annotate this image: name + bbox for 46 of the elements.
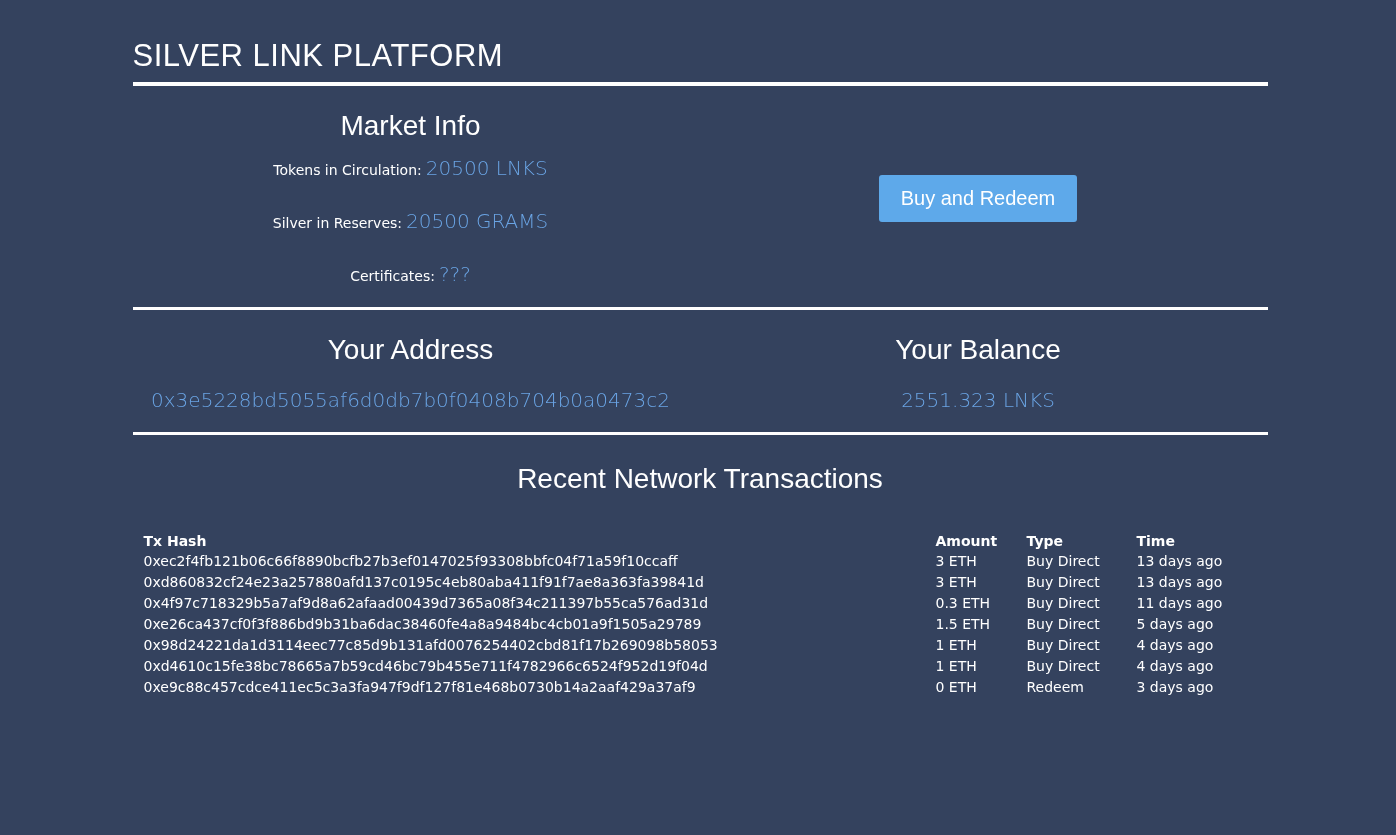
stat-value: 20500 GRAMS [406,209,549,233]
table-cell-text: Buy Direct [1026,572,1101,592]
table-cell-text: 13 days ago [1136,551,1223,571]
table-cell-text: 0xe26ca437cf0f3f886bd9b31ba6dac38460fe4a8a9484bc4cb01a9f1505a29789 [143,614,703,634]
column-header: Amount [935,531,1027,550]
column-header: Time [1136,531,1176,550]
table-cell-text: Buy Direct [1026,635,1101,655]
table-cell-text: 3 ETH [935,572,978,592]
table-cell: 0x4f97c718329b5a7af9d8a62afaad00439d7365a08f34c211397b55ca576ad31d [143,592,936,613]
table-cell-text: 0.3 ETH [935,593,992,613]
column-header: Tx Hash [143,531,936,550]
table-cell-text: Buy Direct [1026,656,1101,676]
column-header: Type [1026,531,1137,550]
table-cell: 0xd860832cf24e23a257880afd137c0195c4eb80aba411f91f7ae8a363fa39841d [143,571,936,592]
table-cell-text: 1 ETH [935,635,978,655]
table-cell-text: Buy Direct [1026,593,1101,613]
market-info-heading: Market Info [340,110,481,142]
table-cell: 0xe9c88c457cdce411ec5c3a3fa947f9df127f81e468b0730b14a2aaf429a37af9 [143,676,936,697]
stat-value: 20500 LNKS [425,156,548,180]
table-cell: 0xec2f4fb121b06c66f8890bcfb27b3ef0147025f93308bbfc04f71a59f10ccaff [143,550,936,571]
table-cell-text: 3 ETH [935,551,978,571]
address-heading: Your Address [327,334,494,366]
table-cell-text: 1.5 ETH [935,614,992,634]
transactions-heading: Recent Network Transactions [516,463,884,495]
wallet-address: 0x3e5228bd5055af6d0db7b0f0408b704b0a0473c2 [151,388,670,412]
table-cell-text: Buy Direct [1026,551,1101,571]
table-cell-text: 0 ETH [935,677,978,697]
table-cell-text: 4 days ago [1136,635,1215,655]
platform-title: SILVER LINK PLATFORM [132,37,505,75]
balance-value: 2551.323 LNKS [901,388,1055,412]
table-cell-text: 1 ETH [935,656,978,676]
table-cell-text: 5 days ago [1136,614,1215,634]
table-cell-text: 0xd4610c15fe38bc78665a7b59cd46bc79b455e711f4782966c6524f952d19f04d [143,656,709,676]
table-cell-text: 4 days ago [1136,656,1215,676]
stat-label: Tokens in Circulation: [273,162,422,178]
table-cell-text: 0x98d24221da1d3114eec77c85d9b131afd0076254402cbd81f17b269098b58053 [143,635,719,655]
stat-label: Silver in Reserves: [272,215,403,231]
balance-heading: Your Balance [895,334,1061,366]
table-cell-text: 11 days ago [1136,593,1223,613]
buy-and-redeem-button[interactable]: Buy and Redeem [878,175,1078,222]
table-cell-text: 13 days ago [1136,572,1223,592]
table-cell-text: Buy Direct [1026,614,1101,634]
table-cell-text: 3 days ago [1136,677,1215,697]
stat-value: ??? [438,262,471,286]
stat-label: Certificates: [350,268,435,284]
table-cell-text: Redeem [1026,677,1085,697]
